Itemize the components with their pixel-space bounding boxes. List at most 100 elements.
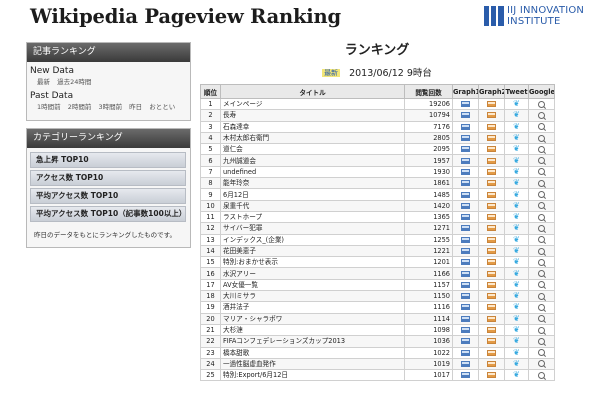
- graph1-icon[interactable]: [461, 259, 470, 266]
- title-link[interactable]: 6月12日: [220, 188, 405, 201]
- graph2-icon[interactable]: [487, 293, 496, 300]
- google-search-icon[interactable]: [538, 360, 545, 368]
- graph1-icon[interactable]: [461, 360, 470, 367]
- graph2-icon[interactable]: [487, 101, 496, 108]
- graph2-icon[interactable]: [487, 225, 496, 232]
- google-search-icon[interactable]: [538, 292, 545, 300]
- graph2-icon[interactable]: [487, 191, 496, 198]
- google-search-icon[interactable]: [538, 281, 545, 289]
- title-link[interactable]: AV女優一覧: [220, 278, 405, 292]
- google-search-icon[interactable]: [538, 371, 545, 379]
- title-link[interactable]: 特別:Export/6月12日: [220, 369, 405, 382]
- tweet-icon[interactable]: ❦: [513, 179, 520, 188]
- graph1-icon[interactable]: [461, 101, 470, 108]
- title-link[interactable]: 道仁会: [220, 143, 405, 156]
- title-link[interactable]: メインページ: [220, 97, 405, 111]
- graph2-icon[interactable]: [487, 236, 496, 243]
- google-search-icon[interactable]: [538, 134, 545, 142]
- tweet-icon[interactable]: ❦: [513, 167, 520, 176]
- google-search-icon[interactable]: [538, 337, 545, 345]
- graph1-icon[interactable]: [461, 214, 470, 221]
- graph1-icon[interactable]: [461, 202, 470, 209]
- google-search-icon[interactable]: [538, 179, 545, 187]
- site-title[interactable]: Wikipedia Pageview Ranking: [30, 5, 341, 28]
- title-link[interactable]: 橋本甜歌: [220, 346, 405, 359]
- graph1-icon[interactable]: [461, 112, 470, 119]
- graph2-icon[interactable]: [487, 304, 496, 311]
- title-link[interactable]: 九州誠道会: [220, 154, 405, 167]
- google-search-icon[interactable]: [538, 270, 545, 278]
- title-link[interactable]: 特別:おまかせ表示: [220, 256, 405, 269]
- graph1-icon[interactable]: [461, 281, 470, 288]
- graph2-icon[interactable]: [487, 135, 496, 142]
- graph2-icon[interactable]: [487, 360, 496, 367]
- category-item-average-access-100[interactable]: 平均アクセス数 TOP10（記事数100以上）: [30, 206, 186, 222]
- graph2-icon[interactable]: [487, 202, 496, 209]
- link-1h-ago[interactable]: 1時間前: [37, 103, 61, 111]
- tweet-icon[interactable]: ❦: [513, 133, 520, 142]
- title-link[interactable]: 大杉漣: [220, 323, 405, 337]
- graph1-icon[interactable]: [461, 146, 470, 153]
- tweet-icon[interactable]: ❦: [513, 190, 520, 199]
- graph1-icon[interactable]: [461, 236, 470, 243]
- graph2-icon[interactable]: [487, 270, 496, 277]
- title-link[interactable]: 花田美恵子: [220, 244, 405, 258]
- tweet-icon[interactable]: ❦: [513, 280, 520, 289]
- graph1-icon[interactable]: [461, 135, 470, 142]
- tweet-icon[interactable]: ❦: [513, 258, 520, 267]
- tweet-icon[interactable]: ❦: [513, 246, 520, 255]
- google-search-icon[interactable]: [538, 145, 545, 153]
- google-search-icon[interactable]: [538, 168, 545, 176]
- google-search-icon[interactable]: [538, 157, 545, 165]
- link-past-24h[interactable]: 過去24時間: [57, 78, 91, 86]
- graph2-icon[interactable]: [487, 338, 496, 345]
- graph1-icon[interactable]: [461, 180, 470, 187]
- graph2-icon[interactable]: [487, 146, 496, 153]
- tweet-icon[interactable]: ❦: [513, 325, 520, 334]
- title-link[interactable]: 長寿: [220, 109, 405, 122]
- graph2-icon[interactable]: [487, 327, 496, 334]
- tweet-icon[interactable]: ❦: [513, 122, 520, 131]
- tweet-icon[interactable]: ❦: [513, 359, 520, 368]
- graph2-icon[interactable]: [487, 315, 496, 322]
- google-search-icon[interactable]: [538, 111, 545, 119]
- tweet-icon[interactable]: ❦: [513, 371, 520, 380]
- category-item-rising[interactable]: 急上昇 TOP10: [30, 152, 186, 168]
- category-item-average-access[interactable]: 平均アクセス数 TOP10: [30, 188, 186, 204]
- graph1-icon[interactable]: [461, 157, 470, 164]
- tweet-icon[interactable]: ❦: [513, 337, 520, 346]
- google-search-icon[interactable]: [538, 326, 545, 334]
- title-link[interactable]: 一過性脳虚血発作: [220, 357, 405, 371]
- title-link[interactable]: 大川ミサラ: [220, 290, 405, 303]
- tweet-icon[interactable]: ❦: [513, 145, 520, 154]
- tweet-icon[interactable]: ❦: [513, 303, 520, 312]
- google-search-icon[interactable]: [538, 247, 545, 255]
- google-search-icon[interactable]: [538, 258, 545, 266]
- google-search-icon[interactable]: [538, 123, 545, 131]
- link-3h-ago[interactable]: 3時間前: [98, 103, 122, 111]
- google-search-icon[interactable]: [538, 303, 545, 311]
- graph2-icon[interactable]: [487, 259, 496, 266]
- tweet-icon[interactable]: ❦: [513, 235, 520, 244]
- title-link[interactable]: 泉重千代: [220, 199, 405, 212]
- graph2-icon[interactable]: [487, 349, 496, 356]
- title-link[interactable]: 能年玲奈: [220, 177, 405, 190]
- google-search-icon[interactable]: [538, 224, 545, 232]
- graph1-icon[interactable]: [461, 168, 470, 175]
- graph1-icon[interactable]: [461, 270, 470, 277]
- title-link[interactable]: 木村太郎右衛門: [220, 131, 405, 145]
- title-link[interactable]: undefined: [220, 165, 405, 179]
- tweet-icon[interactable]: ❦: [513, 212, 520, 221]
- google-search-icon[interactable]: [538, 202, 545, 210]
- iij-logo[interactable]: IIJ INNOVATION INSTITUTE: [484, 5, 608, 31]
- title-link[interactable]: ラストホープ: [220, 210, 405, 224]
- google-search-icon[interactable]: [538, 191, 545, 199]
- graph1-icon[interactable]: [461, 327, 470, 334]
- title-link[interactable]: 石森達幸: [220, 120, 405, 133]
- graph2-icon[interactable]: [487, 112, 496, 119]
- graph1-icon[interactable]: [461, 293, 470, 300]
- link-yesterday[interactable]: 昨日: [129, 103, 142, 111]
- tweet-icon[interactable]: ❦: [513, 111, 520, 120]
- google-search-icon[interactable]: [538, 349, 545, 357]
- graph2-icon[interactable]: [487, 372, 496, 379]
